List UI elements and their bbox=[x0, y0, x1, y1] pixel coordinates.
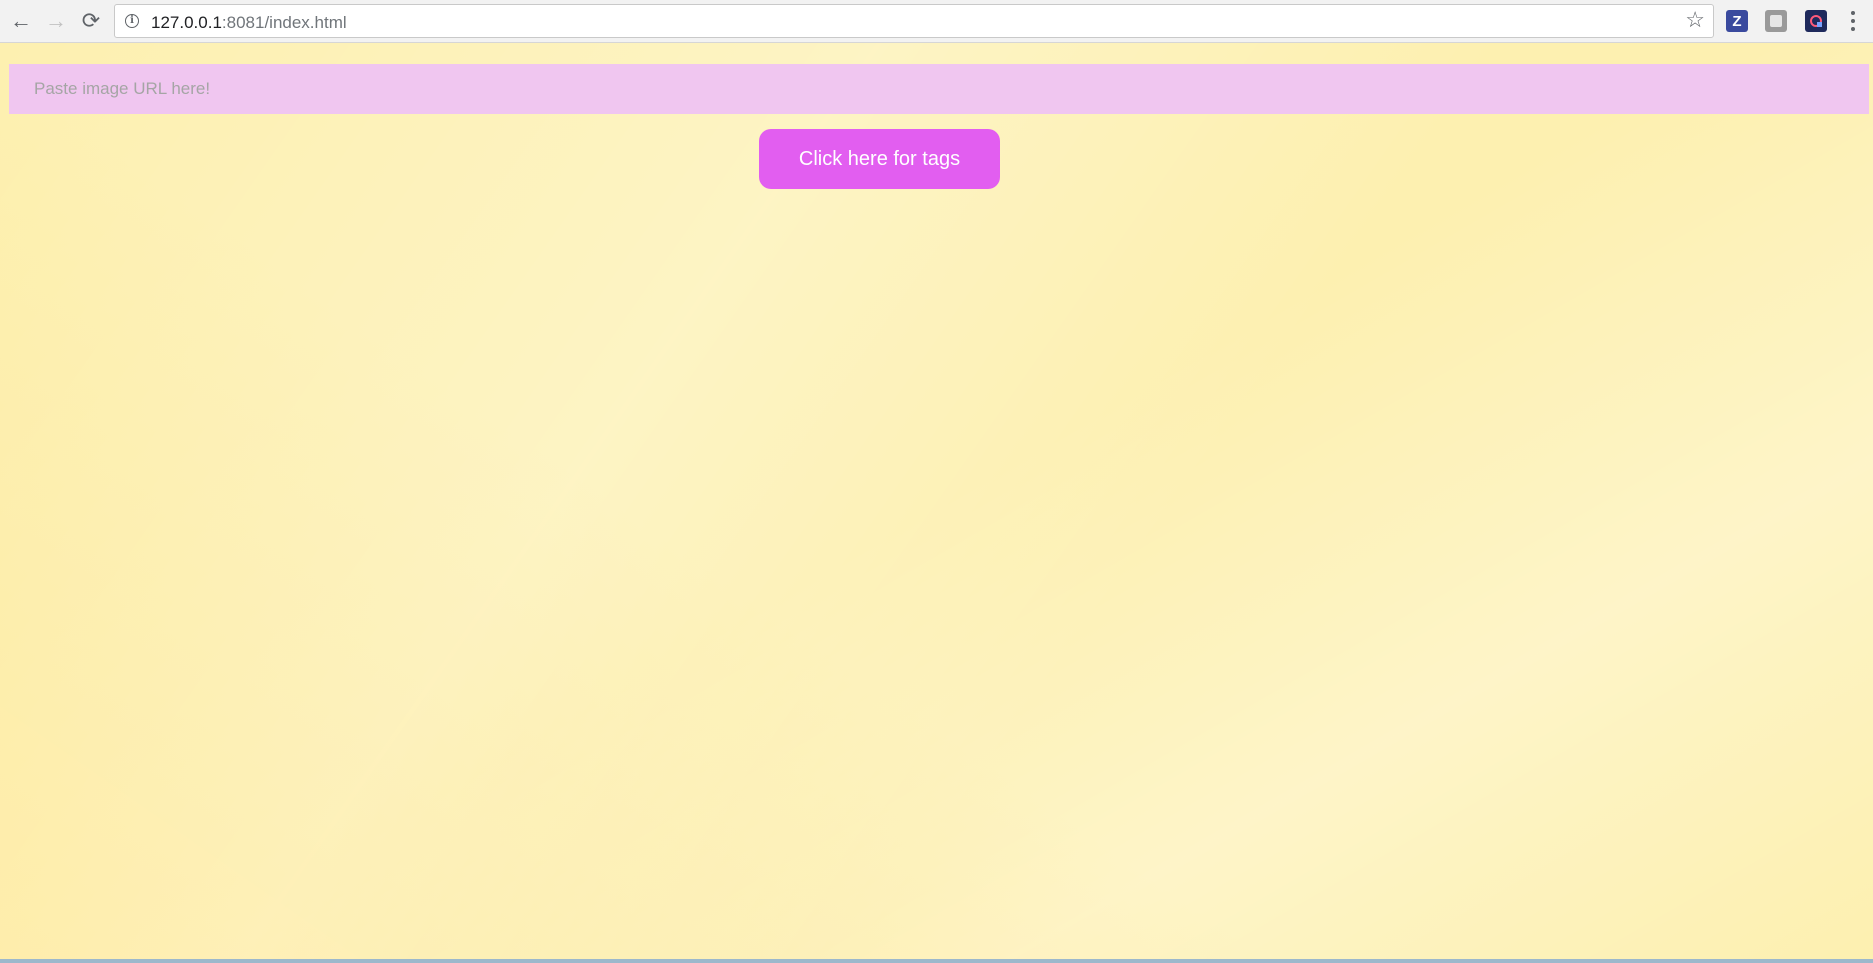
dark-extension-icon[interactable] bbox=[1805, 10, 1827, 32]
gray-extension-icon[interactable] bbox=[1765, 10, 1787, 32]
back-arrow-icon[interactable]: ← bbox=[7, 7, 35, 35]
url-host: 127.0.0.1 bbox=[151, 13, 222, 32]
page-content: Click here for tags bbox=[0, 43, 1873, 959]
url-path: :8081/index.html bbox=[221, 13, 347, 32]
get-tags-button[interactable]: Click here for tags bbox=[759, 129, 1000, 189]
address-bar[interactable]: i 127.0.0.1:8081/index.html ☆ bbox=[114, 4, 1714, 38]
browser-menu-icon[interactable] bbox=[1850, 9, 1856, 33]
forward-arrow-icon[interactable]: → bbox=[42, 7, 70, 35]
info-icon[interactable]: i bbox=[125, 14, 139, 28]
window-bottom-border bbox=[0, 959, 1873, 963]
dark-extension-glyph bbox=[1810, 15, 1822, 27]
z-extension-icon[interactable]: Z bbox=[1726, 10, 1748, 32]
bookmark-star-icon[interactable]: ☆ bbox=[1685, 9, 1705, 31]
image-url-input[interactable] bbox=[9, 64, 1869, 114]
reload-icon[interactable]: ⟳ bbox=[77, 7, 105, 35]
url-text[interactable]: 127.0.0.1:8081/index.html bbox=[151, 13, 347, 33]
browser-toolbar: ← → ⟳ i 127.0.0.1:8081/index.html ☆ Z bbox=[0, 0, 1873, 43]
